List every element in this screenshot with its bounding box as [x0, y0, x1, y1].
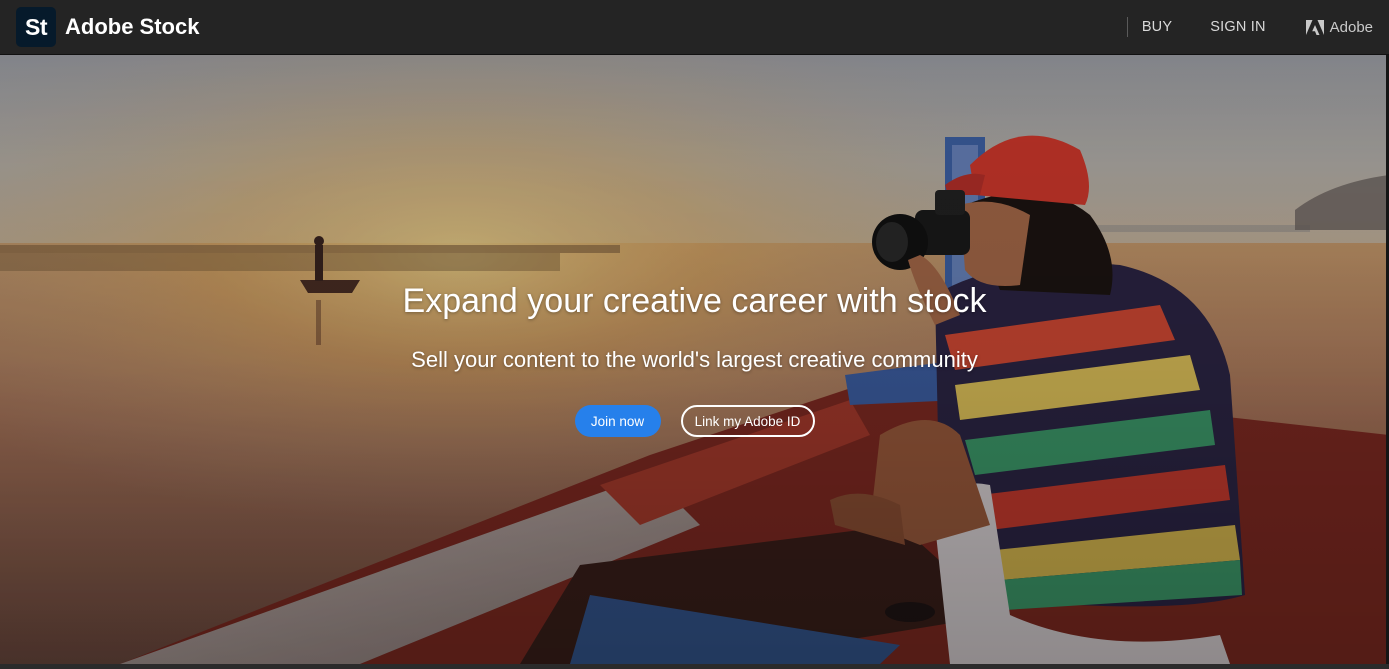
buy-link[interactable]: BUY: [1142, 19, 1172, 35]
brand-home-link[interactable]: St Adobe Stock: [16, 7, 199, 47]
adobe-link-label: Adobe: [1329, 18, 1373, 36]
hero-subheadline: Sell your content to the world's largest…: [411, 347, 978, 372]
adobe-logo-icon: [1305, 19, 1324, 35]
sign-in-link[interactable]: SIGN IN: [1210, 19, 1265, 35]
hero-headline: Expand your creative career with stock: [402, 282, 987, 320]
hero-content: Expand your creative career with stock S…: [0, 55, 1389, 664]
join-now-button[interactable]: Join now: [574, 405, 661, 437]
nav-divider: [1126, 17, 1128, 37]
hero-actions: Join now Link my Adobe ID: [0, 405, 1389, 437]
nav-links: BUY SIGN IN Adobe: [1126, 0, 1373, 54]
adobe-link[interactable]: Adobe: [1305, 18, 1373, 36]
stock-logo-icon: St: [16, 7, 56, 47]
top-navigation-bar: St Adobe Stock BUY SIGN IN Adobe: [0, 0, 1389, 55]
link-adobe-id-button[interactable]: Link my Adobe ID: [680, 405, 815, 437]
page-bottom-edge: [0, 664, 1389, 669]
brand-name: Adobe Stock: [65, 14, 200, 39]
